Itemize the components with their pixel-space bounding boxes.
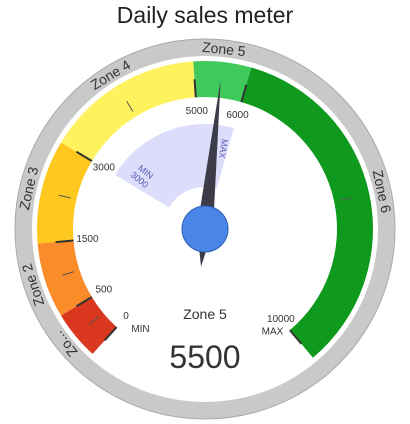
gauge-svg: Zo...Zone 2Zone 3Zone 4Zone 5Zone 6 MIN3… [14,38,396,420]
tick-label-2: 500 [96,284,113,295]
tick-label-1: 0 [123,311,129,322]
tick-label-7: 10000 [267,314,295,325]
gauge-chart: Daily sales meter Zo... Zone 2 Zone 3 Zone … [0,0,410,424]
tick-label-5: 5000 [186,106,209,117]
major-tick-5 [193,79,197,98]
tick-label-4: 3000 [93,163,116,174]
value-readout: 5500 [169,339,240,375]
current-zone-label: Zone 5 [183,306,227,322]
tick-label-6: 6000 [226,110,249,121]
needle-hub [181,205,229,253]
min-label: MIN [131,324,149,335]
max-label: MAX [262,326,284,337]
tick-label-3: 1500 [76,234,99,245]
